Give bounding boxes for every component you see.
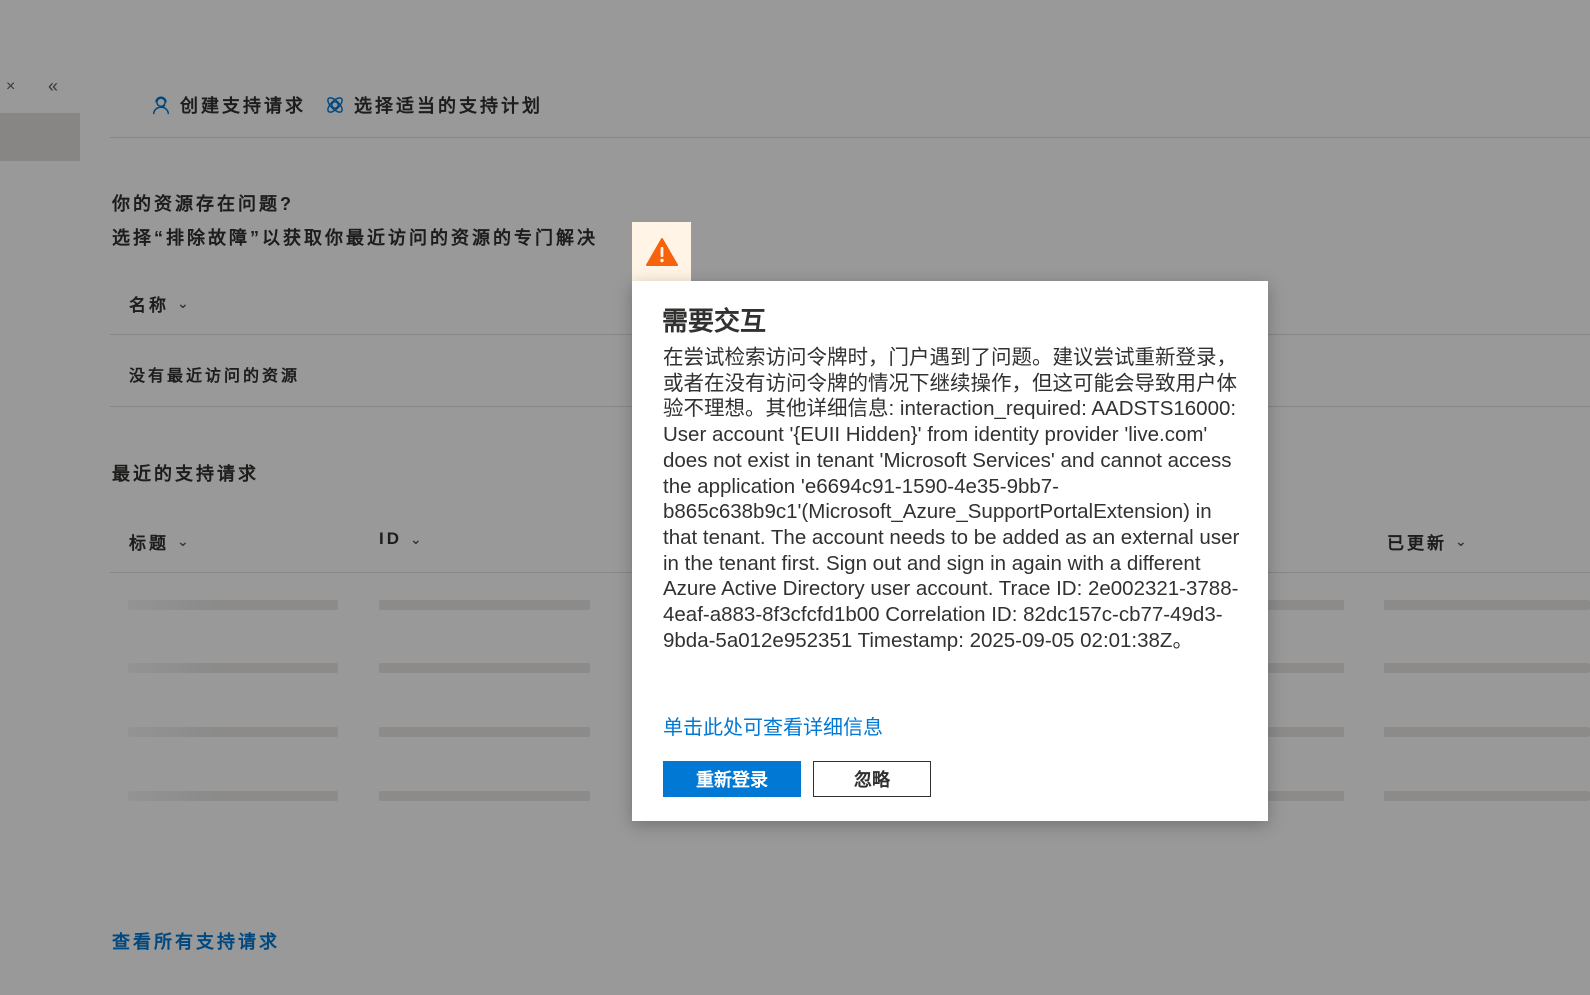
interaction-required-dialog: 需要交互 在尝试检索访问令牌时，门户遇到了问题。建议尝试重新登录，或者在没有访问… bbox=[632, 281, 1268, 821]
dialog-title: 需要交互 bbox=[662, 306, 767, 336]
warning-icon bbox=[645, 237, 678, 266]
ignore-button[interactable]: 忽略 bbox=[813, 761, 931, 797]
dialog-message: 在尝试检索访问令牌时，门户遇到了问题。建议尝试重新登录，或者在没有访问令牌的情况… bbox=[663, 346, 1240, 652]
sign-in-again-button[interactable]: 重新登录 bbox=[663, 761, 801, 797]
warning-banner bbox=[632, 222, 691, 281]
view-details-link[interactable]: 单击此处可查看详细信息 bbox=[663, 711, 883, 740]
